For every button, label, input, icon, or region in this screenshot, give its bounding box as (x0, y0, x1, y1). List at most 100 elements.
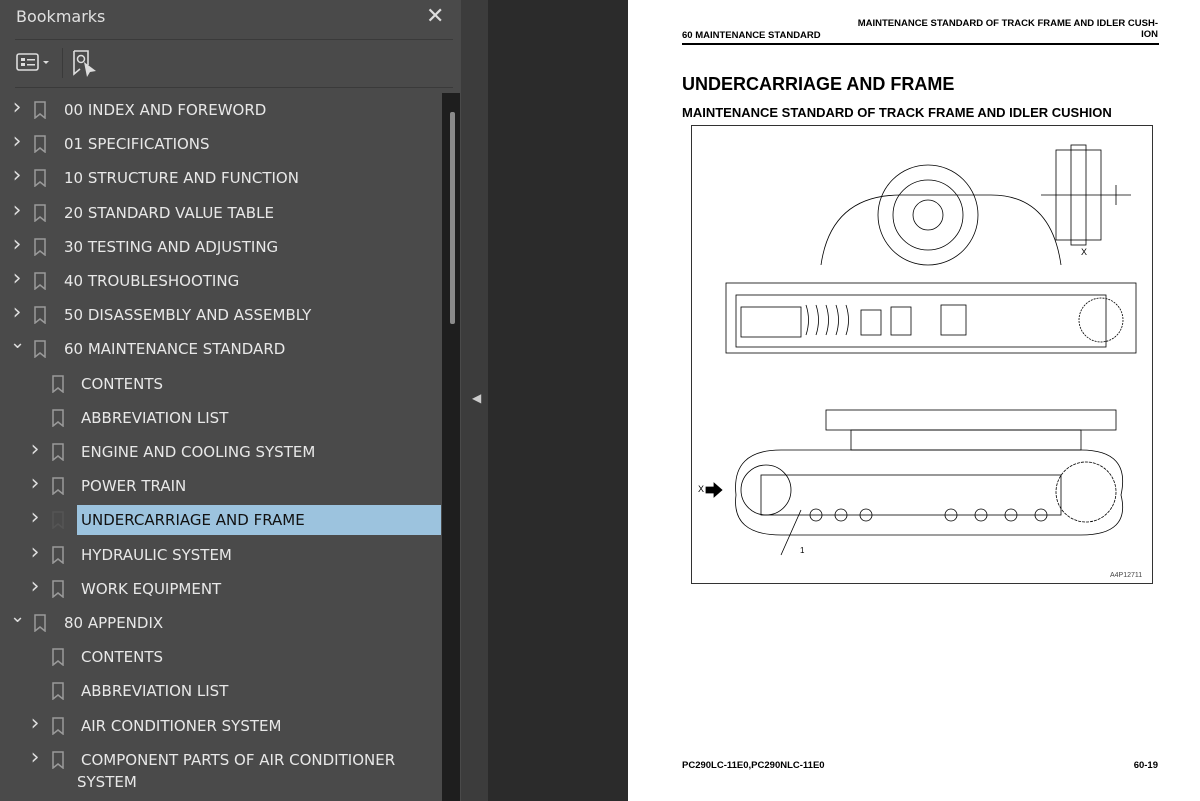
bookmark-label: 00 INDEX AND FOREWORD (64, 101, 267, 119)
bookmark-label: 50 DISASSEMBLY AND ASSEMBLY (64, 306, 312, 325)
bookmark-icon (52, 409, 64, 427)
bookmark-item[interactable]: › 30 TESTING AND ADJUSTING (0, 232, 442, 262)
scrollbar-thumb[interactable] (450, 112, 455, 324)
bookmark-item[interactable]: › POWER TRAIN (0, 471, 442, 501)
footer-model: PC290LC-11E0,PC290NLC-11E0 (682, 760, 825, 771)
chevron-right-icon[interactable]: › (28, 574, 42, 599)
bookmark-icon (52, 511, 64, 530)
bookmark-item[interactable]: › ENGINE AND COOLING SYSTEM (0, 437, 442, 467)
divider (15, 39, 453, 40)
bookmark-item[interactable]: CONTENTS (0, 642, 442, 672)
bookmark-label: ABBREVIATION LIST (81, 408, 229, 427)
bookmark-item[interactable]: › 40 TROUBLESHOOTING (0, 266, 442, 296)
bookmark-icon (52, 374, 64, 393)
figure-callout: 1 (800, 546, 805, 555)
chevron-right-icon[interactable]: › (10, 198, 24, 223)
bookmark-icon (34, 238, 46, 256)
chevron-right-icon[interactable]: › (10, 163, 24, 188)
bookmark-label: 40 TROUBLESHOOTING (64, 272, 240, 290)
chevron-right-icon[interactable]: › (10, 95, 24, 120)
bookmark-label: ABBREVIATION LIST (81, 682, 229, 701)
bookmark-icon (34, 272, 46, 290)
bookmark-icon (52, 716, 64, 735)
header-right-line: ION (1141, 29, 1158, 40)
page-subtitle: MAINTENANCE STANDARD OF TRACK FRAME AND … (682, 105, 1112, 120)
bookmark-item[interactable]: ⌄ 80 APPENDIX (0, 606, 442, 638)
header-rule (682, 43, 1159, 45)
page-number: 60-19 (1133, 760, 1158, 771)
chevron-right-icon[interactable]: › (10, 232, 24, 257)
chevron-right-icon[interactable]: › (28, 471, 42, 496)
bookmark-icon (34, 614, 46, 632)
bookmark-label: 80 APPENDIX (64, 614, 164, 632)
close-icon[interactable]: ✕ (426, 4, 444, 29)
figure-code: A4P12711 (1110, 572, 1143, 579)
bookmark-icon (34, 203, 46, 222)
chevron-right-icon[interactable]: › (28, 745, 42, 770)
bookmark-label: HYDRAULIC SYSTEM (81, 545, 232, 564)
header-right: MAINTENANCE STANDARD OF TRACK FRAME AND … (858, 18, 1158, 40)
bookmark-options-button[interactable] (16, 50, 54, 76)
chevron-right-icon[interactable]: › (10, 129, 24, 154)
find-bookmark-button[interactable] (72, 50, 98, 77)
chevron-right-icon[interactable]: › (10, 300, 24, 325)
page-title: UNDERCARRIAGE AND FRAME (682, 74, 955, 94)
bookmark-label: COMPONENT PARTS OF AIR CONDITIONER (81, 750, 396, 769)
chevron-right-icon[interactable]: › (28, 505, 42, 530)
bookmark-label: CONTENTS (81, 374, 164, 393)
bookmark-icon (52, 580, 64, 598)
bookmark-item[interactable]: CONTENTS (0, 369, 442, 399)
bookmark-item[interactable]: › AIR CONDITIONER SYSTEM (0, 711, 442, 741)
bookmark-item[interactable]: › 20 STANDARD VALUE TABLE (0, 198, 442, 228)
bookmark-icon (34, 169, 46, 188)
bookmark-label: POWER TRAIN (81, 477, 187, 496)
bookmark-icon (34, 340, 46, 359)
bookmark-tree: › 00 INDEX AND FOREWORD › 01 SPECIFICATIONS… (0, 93, 442, 801)
bookmarks-panel: Bookmarks ✕ › 00 INDEX AND FOREWORD › 01 SP… (0, 0, 461, 801)
bookmark-item[interactable]: › UNDERCARRIAGE AND FRAME (0, 505, 442, 536)
bookmark-icon (34, 101, 46, 119)
bookmark-item[interactable]: › COMPONENT PARTS OF AIR CONDITIONER SYSTE… (0, 745, 442, 791)
bookmark-label: AIR CONDITIONER SYSTEM (81, 716, 282, 735)
bookmark-icon (52, 648, 64, 667)
bookmark-icon (52, 443, 64, 461)
bookmark-icon (34, 135, 46, 154)
bookmark-label: 20 STANDARD VALUE TABLE (64, 203, 274, 222)
bookmark-item[interactable]: › 50 DISASSEMBLY AND ASSEMBLY (0, 300, 442, 330)
bookmark-item[interactable]: ABBREVIATION LIST (0, 676, 442, 706)
bookmark-icon (34, 306, 46, 325)
divider (15, 87, 453, 88)
header-left: 60 MAINTENANCE STANDARD (682, 30, 821, 41)
toolbar-separator (62, 48, 63, 78)
bookmark-label: 01 SPECIFICATIONS (64, 135, 210, 154)
panel-title: Bookmarks (16, 7, 106, 26)
bookmark-item[interactable]: › 01 SPECIFICATIONS (0, 129, 442, 159)
chevron-right-icon[interactable]: › (28, 437, 42, 462)
bookmark-item[interactable]: ABBREVIATION LIST (0, 403, 442, 433)
bookmark-label: 10 STRUCTURE AND FUNCTION (64, 169, 299, 188)
bookmark-item[interactable]: › WORK EQUIPMENT (0, 574, 442, 604)
bookmark-label: 60 MAINTENANCE STANDARD (64, 340, 286, 359)
list-options-icon (16, 53, 49, 71)
bookmark-label: CONTENTS (81, 648, 164, 667)
chevron-right-icon[interactable]: › (28, 711, 42, 736)
bookmark-label: UNDERCARRIAGE AND FRAME (81, 511, 305, 530)
find-bookmark-icon (73, 50, 96, 77)
bookmark-item[interactable]: › 00 INDEX AND FOREWORD (0, 95, 442, 125)
bookmark-item[interactable]: › 10 STRUCTURE AND FUNCTION (0, 163, 442, 193)
undercarriage-drawing (691, 125, 1153, 584)
chevron-down-icon[interactable]: ⌄ (10, 606, 25, 627)
bookmark-label: SYSTEM (77, 772, 137, 791)
collapse-panel-icon[interactable]: ◀ (472, 391, 481, 405)
bookmark-label: WORK EQUIPMENT (81, 579, 222, 598)
figure-view-label: X (1081, 247, 1088, 257)
bookmark-item[interactable]: ⌄ 60 MAINTENANCE STANDARD (0, 332, 442, 364)
chevron-down-icon[interactable]: ⌄ (10, 332, 25, 353)
bookmark-icon (52, 751, 64, 769)
bookmark-item[interactable]: › HYDRAULIC SYSTEM (0, 540, 442, 570)
chevron-right-icon[interactable]: › (28, 540, 42, 565)
header-right-line: MAINTENANCE STANDARD OF TRACK FRAME AND … (857, 18, 1158, 29)
figure-view-label: X (698, 484, 705, 494)
chevron-right-icon[interactable]: › (10, 266, 24, 291)
bookmark-icon (52, 682, 64, 701)
